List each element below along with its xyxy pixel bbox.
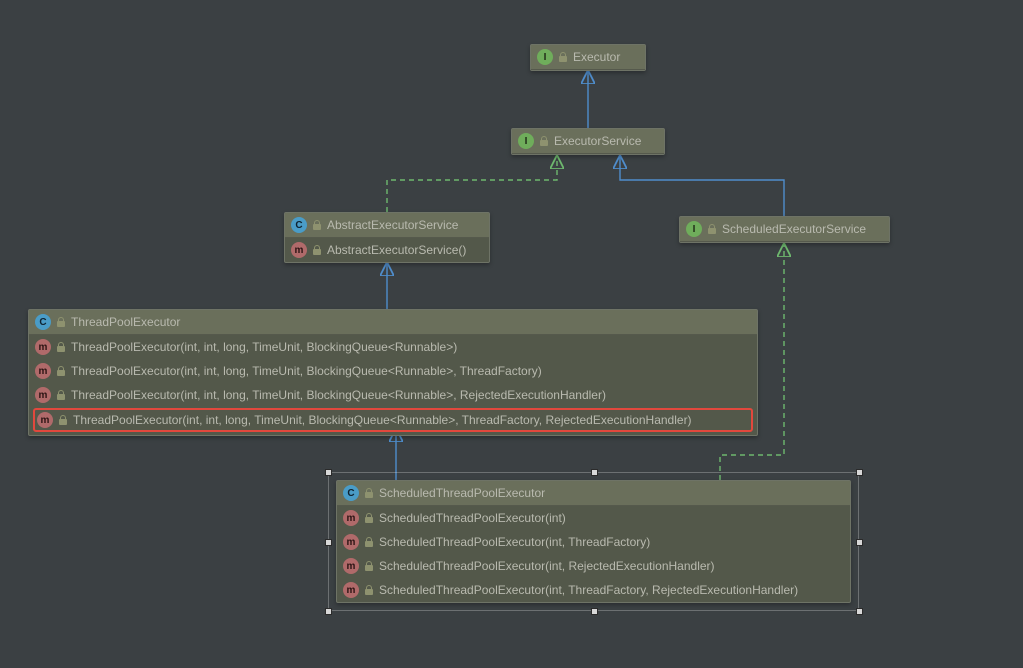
class-icon: C <box>291 217 307 233</box>
method-icon: m <box>343 510 359 526</box>
lock-icon <box>312 220 322 230</box>
node-title: ThreadPoolExecutor <box>71 315 180 329</box>
lock-icon <box>364 488 374 498</box>
node-scheduledExecutorService[interactable]: I ScheduledExecutorService <box>679 216 890 243</box>
selection-handle[interactable] <box>325 608 332 615</box>
member-row[interactable]: m ScheduledThreadPoolExecutor(int, Thread… <box>337 578 850 602</box>
class-icon: C <box>35 314 51 330</box>
lock-icon <box>364 585 374 595</box>
lock-icon <box>56 390 66 400</box>
method-icon: m <box>343 534 359 550</box>
member-row[interactable]: m ScheduledThreadPoolExecutor(int) <box>337 506 850 530</box>
lock-icon <box>364 537 374 547</box>
method-icon: m <box>37 412 53 428</box>
class-icon: C <box>343 485 359 501</box>
lock-icon <box>58 415 68 425</box>
lock-icon <box>364 561 374 571</box>
selection-handle[interactable] <box>325 469 332 476</box>
selection-handle[interactable] <box>856 608 863 615</box>
method-icon: m <box>35 387 51 403</box>
interface-icon: I <box>518 133 534 149</box>
member-row[interactable]: m ThreadPoolExecutor(int, int, long, Time… <box>29 359 757 383</box>
edge-abstractExecutorService-to-executorService <box>387 155 557 212</box>
lock-icon <box>56 366 66 376</box>
node-threadPoolExecutor[interactable]: C ThreadPoolExecutor m ThreadPoolExecutor(i… <box>28 309 758 436</box>
member-row[interactable]: m ScheduledThreadPoolExecutor(int, Reject… <box>337 554 850 578</box>
node-title: ScheduledThreadPoolExecutor <box>379 486 545 500</box>
selection-handle[interactable] <box>591 608 598 615</box>
member-label: ThreadPoolExecutor(int, int, long, TimeU… <box>71 340 457 354</box>
node-title: AbstractExecutorService <box>327 218 458 232</box>
lock-icon <box>312 245 322 255</box>
node-scheduledThreadPoolExecutor[interactable]: C ScheduledThreadPoolExecutor m ScheduledTh… <box>336 480 851 603</box>
method-icon: m <box>35 339 51 355</box>
node-header[interactable]: C ScheduledThreadPoolExecutor <box>337 481 850 506</box>
node-title: ExecutorService <box>554 134 641 148</box>
lock-icon <box>56 317 66 327</box>
method-icon: m <box>291 242 307 258</box>
member-label: ThreadPoolExecutor(int, int, long, TimeU… <box>71 388 606 402</box>
interface-icon: I <box>686 221 702 237</box>
method-icon: m <box>343 558 359 574</box>
selection-handle[interactable] <box>325 539 332 546</box>
member-label: ScheduledThreadPoolExecutor(int, ThreadF… <box>379 535 650 549</box>
node-abstractExecutorService[interactable]: C AbstractExecutorService m AbstractExecuto… <box>284 212 490 263</box>
node-title: Executor <box>573 50 620 64</box>
member-label: ScheduledThreadPoolExecutor(int) <box>379 511 566 525</box>
node-executor[interactable]: I Executor <box>530 44 646 71</box>
edge-scheduledExecutorService-to-executorService <box>620 155 784 216</box>
member-row[interactable]: m AbstractExecutorService() <box>285 238 489 262</box>
member-label: ScheduledThreadPoolExecutor(int, Rejecte… <box>379 559 715 573</box>
node-header[interactable]: I ExecutorService <box>512 129 664 154</box>
member-label: AbstractExecutorService() <box>327 243 466 257</box>
method-icon: m <box>343 582 359 598</box>
node-header[interactable]: C AbstractExecutorService <box>285 213 489 238</box>
interface-icon: I <box>537 49 553 65</box>
node-header[interactable]: I Executor <box>531 45 645 70</box>
lock-icon <box>707 224 717 234</box>
lock-icon <box>364 513 374 523</box>
member-label: ThreadPoolExecutor(int, int, long, TimeU… <box>71 364 542 378</box>
member-row[interactable]: m ThreadPoolExecutor(int, int, long, Time… <box>33 408 753 432</box>
selection-handle[interactable] <box>591 469 598 476</box>
lock-icon <box>558 52 568 62</box>
lock-icon <box>56 342 66 352</box>
member-row[interactable]: m ThreadPoolExecutor(int, int, long, Time… <box>29 335 757 359</box>
lock-icon <box>539 136 549 146</box>
node-executorService[interactable]: I ExecutorService <box>511 128 665 155</box>
member-row[interactable]: m ScheduledThreadPoolExecutor(int, Thread… <box>337 530 850 554</box>
member-label: ThreadPoolExecutor(int, int, long, TimeU… <box>73 413 692 427</box>
node-title: ScheduledExecutorService <box>722 222 866 236</box>
node-header[interactable]: C ThreadPoolExecutor <box>29 310 757 335</box>
node-header[interactable]: I ScheduledExecutorService <box>680 217 889 242</box>
selection-handle[interactable] <box>856 539 863 546</box>
method-icon: m <box>35 363 51 379</box>
selection-handle[interactable] <box>856 469 863 476</box>
member-label: ScheduledThreadPoolExecutor(int, ThreadF… <box>379 583 798 597</box>
member-row[interactable]: m ThreadPoolExecutor(int, int, long, Time… <box>29 383 757 407</box>
